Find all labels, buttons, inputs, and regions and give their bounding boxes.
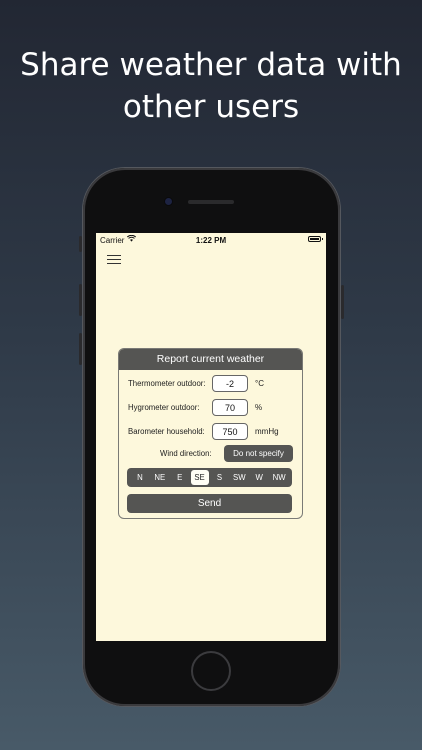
thermometer-label: Thermometer outdoor: xyxy=(128,379,206,388)
direction-option-ne[interactable]: NE xyxy=(151,470,169,485)
barometer-input[interactable] xyxy=(212,423,248,440)
power-button xyxy=(341,285,344,319)
direction-option-s[interactable]: S xyxy=(210,470,228,485)
app-screen: Carrier 1:22 PM Report current weather T… xyxy=(96,233,326,641)
hygrometer-input[interactable] xyxy=(212,399,248,416)
camera-icon xyxy=(165,198,172,205)
hamburger-menu-icon[interactable] xyxy=(107,254,121,265)
barometer-unit: mmHg xyxy=(255,427,279,436)
thermometer-unit: °C xyxy=(255,379,264,388)
direction-option-nw[interactable]: NW xyxy=(270,470,288,485)
barometer-label: Barometer household: xyxy=(128,427,205,436)
silent-switch xyxy=(79,236,82,252)
hygrometer-unit: % xyxy=(255,403,263,412)
speaker-grille xyxy=(188,200,234,204)
volume-up-button xyxy=(79,284,82,316)
home-button[interactable] xyxy=(191,651,231,691)
direction-option-n[interactable]: N xyxy=(131,470,149,485)
wind-direction-label: Wind direction: xyxy=(160,449,212,458)
status-time: 1:22 PM xyxy=(195,236,227,245)
direction-option-sw[interactable]: SW xyxy=(230,470,248,485)
wind-direction-select[interactable]: Do not specify xyxy=(224,445,293,462)
direction-option-w[interactable]: W xyxy=(250,470,268,485)
direction-option-e[interactable]: E xyxy=(171,470,189,485)
volume-down-button xyxy=(79,333,82,365)
headline-line-1: Share weather data with xyxy=(20,47,402,83)
thermometer-input[interactable] xyxy=(212,375,248,392)
send-button[interactable]: Send xyxy=(127,494,292,513)
status-bar: Carrier 1:22 PM xyxy=(96,233,326,247)
hygrometer-label: Hygrometer outdoor: xyxy=(128,403,200,412)
headline: Share weather data with other users xyxy=(0,44,422,128)
battery-icon xyxy=(308,236,323,242)
wind-direction-segmented-control: N NE E SE S SW W NW xyxy=(127,468,292,487)
card-title: Report current weather xyxy=(119,349,302,370)
direction-option-se[interactable]: SE xyxy=(190,470,209,485)
headline-line-2: other users xyxy=(122,89,300,125)
report-weather-card: Report current weather Thermometer outdo… xyxy=(118,348,303,519)
